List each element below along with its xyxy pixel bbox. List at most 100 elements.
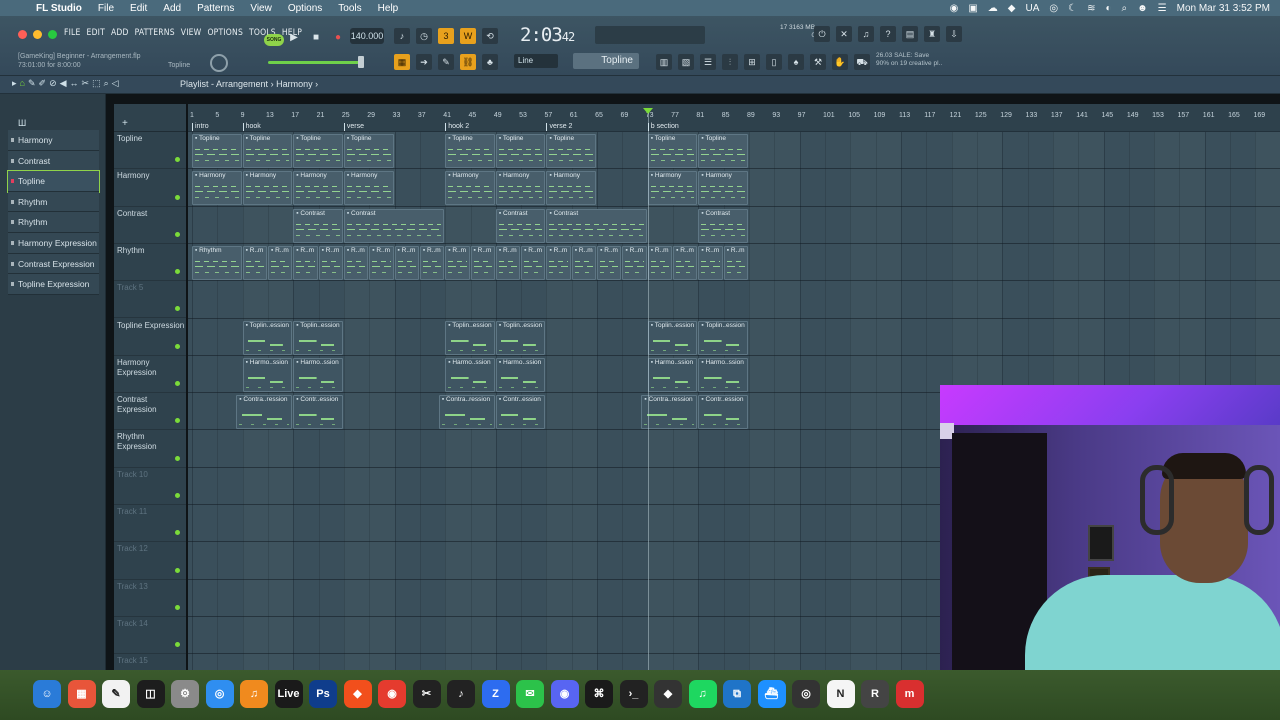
- menubar-add[interactable]: Add: [155, 3, 189, 14]
- track-header[interactable]: Track 10: [114, 468, 186, 505]
- picker-item[interactable]: Harmony Expression: [8, 232, 99, 254]
- pattern-clip[interactable]: R..m: [419, 245, 445, 280]
- pattern-clip[interactable]: R..m: [369, 245, 394, 280]
- pattern-clip[interactable]: Contra..ression: [236, 395, 293, 430]
- track-enable-icon[interactable]: [175, 530, 180, 536]
- dock-app-icon[interactable]: ☺: [33, 680, 61, 708]
- time-marker[interactable]: hook 2: [445, 123, 469, 131]
- track-enable-icon[interactable]: [175, 642, 180, 648]
- record-icon[interactable]: ●: [330, 30, 346, 46]
- dock-app-icon[interactable]: ◉: [378, 680, 406, 708]
- menubar-file[interactable]: File: [90, 3, 122, 14]
- fl-menu-file[interactable]: FILE: [64, 28, 81, 38]
- track-enable-icon[interactable]: [175, 157, 180, 163]
- globe-icon[interactable]: ◎: [1049, 3, 1058, 14]
- dock-app-icon[interactable]: R: [861, 680, 889, 708]
- pattern-clip[interactable]: Toplin..ession: [293, 320, 343, 355]
- timeline-ruler[interactable]: 1 5 9 13 17 21 25 29 33 37 41 45 49 53 57 61 65 69 73 77 81 8…: [188, 104, 1280, 132]
- pattern-clip[interactable]: Contr..ession: [698, 395, 749, 430]
- pattern-clip[interactable]: Harmony: [495, 171, 546, 206]
- pattern-clip[interactable]: Topline: [495, 134, 546, 168]
- picker-item[interactable]: Contrast: [8, 150, 99, 172]
- track-enable-icon[interactable]: [175, 604, 180, 610]
- dock-app-icon[interactable]: Ps: [309, 680, 337, 708]
- zoom-window-button[interactable]: [48, 30, 57, 39]
- pattern-clip[interactable]: R..m: [571, 245, 597, 280]
- track-header[interactable]: Track 11: [114, 505, 186, 543]
- arrow-icon[interactable]: ➔: [416, 54, 432, 70]
- dock-app-icon[interactable]: ⚙: [171, 680, 199, 708]
- mute-icon[interactable]: ◀: [60, 78, 67, 89]
- pattern-clip[interactable]: Topline: [698, 134, 749, 168]
- fl-menu-add[interactable]: ADD: [111, 28, 129, 38]
- pattern-clip[interactable]: Harmony: [546, 171, 597, 206]
- channel-rack-icon[interactable]: ☰: [700, 54, 716, 70]
- loop-record-icon[interactable]: ⟲: [482, 28, 498, 44]
- track-enable-icon[interactable]: [175, 455, 180, 461]
- track-enable-icon[interactable]: [175, 231, 180, 237]
- pattern-clip[interactable]: Contr..ession: [293, 395, 343, 430]
- delete-icon[interactable]: ⊘: [49, 78, 57, 89]
- picker-item[interactable]: Rhythm: [8, 191, 99, 213]
- dock-app-icon[interactable]: ⛴: [757, 680, 786, 708]
- track-enable-icon[interactable]: [175, 269, 180, 275]
- master-pitch-knob[interactable]: [210, 54, 228, 72]
- picker-item[interactable]: Topline Expression: [8, 274, 99, 295]
- touch-icon[interactable]: ✋: [832, 54, 848, 70]
- pattern-clip[interactable]: Toplin..ession: [647, 320, 698, 355]
- picker-item[interactable]: Topline: [7, 170, 100, 193]
- menubar-edit[interactable]: Edit: [122, 3, 155, 14]
- dock-app-icon[interactable]: ♫: [240, 680, 268, 708]
- pattern-clip[interactable]: R..m: [647, 245, 673, 280]
- track-header[interactable]: Topline Expression: [114, 319, 186, 356]
- dock-app-icon[interactable]: ✂: [412, 680, 441, 708]
- picker-item[interactable]: Harmony: [8, 130, 99, 151]
- slice-icon[interactable]: ✂: [82, 78, 90, 89]
- track-enable-icon[interactable]: [175, 306, 180, 312]
- fl-menu-options[interactable]: OPTIONS: [207, 28, 243, 38]
- pattern-clip[interactable]: Topline: [546, 134, 597, 168]
- pattern-clip[interactable]: R..m: [673, 245, 698, 280]
- playlist-icon[interactable]: ▥: [656, 54, 672, 70]
- time-marker[interactable]: b section: [647, 123, 679, 131]
- browser-icon[interactable]: ⊞: [744, 54, 760, 70]
- playhead-marker-icon[interactable]: [642, 108, 653, 114]
- paint-icon[interactable]: ✐: [39, 78, 47, 89]
- pattern-clip[interactable]: Rhythm: [192, 245, 242, 280]
- save-icon[interactable]: ▤: [902, 26, 918, 42]
- track-header[interactable]: Contrast Expression: [114, 393, 186, 431]
- pattern-clip[interactable]: Contrast: [343, 208, 445, 243]
- pencil-icon[interactable]: ✎: [28, 78, 36, 89]
- picker-item[interactable]: Contrast Expression: [8, 253, 99, 275]
- dock-app-icon[interactable]: ✎: [102, 680, 130, 708]
- dock-app-icon[interactable]: m: [895, 680, 924, 708]
- time-marker[interactable]: hook: [242, 123, 261, 131]
- snap-select[interactable]: Line: [514, 54, 558, 68]
- minimize-window-button[interactable]: [33, 30, 42, 39]
- fl-menu-edit[interactable]: EDIT: [87, 28, 105, 38]
- pattern-clip[interactable]: Contrast: [293, 208, 343, 243]
- pattern-clip[interactable]: R..m: [597, 245, 622, 280]
- dock-app-icon[interactable]: ◉: [550, 680, 579, 708]
- dock-app-icon[interactable]: ◆: [343, 680, 372, 708]
- breadcrumb-current[interactable]: Harmony: [276, 79, 313, 89]
- menubar-help[interactable]: Help: [370, 3, 407, 14]
- add-track-icon[interactable]: +: [122, 118, 128, 129]
- piano-roll-icon[interactable]: ▦: [394, 54, 410, 70]
- dock-app-icon[interactable]: ◆: [654, 680, 682, 708]
- pattern-clip[interactable]: R..m: [318, 245, 343, 280]
- pattern-clip[interactable]: Topline: [343, 134, 394, 168]
- menubar-patterns[interactable]: Patterns: [189, 3, 242, 14]
- pattern-clip[interactable]: R..m: [470, 245, 495, 280]
- plugin-db-icon[interactable]: ♠: [788, 54, 804, 70]
- help-icon[interactable]: ?: [880, 26, 896, 42]
- track-enable-icon[interactable]: [175, 381, 180, 387]
- chain-icon[interactable]: ⛓: [460, 54, 476, 70]
- pattern-clip[interactable]: Harmo..ssion: [242, 357, 293, 392]
- pattern-clip[interactable]: R..m: [445, 245, 470, 280]
- tempo-display[interactable]: 140.000: [350, 28, 384, 44]
- track-enable-icon[interactable]: [175, 567, 180, 573]
- step-edit-icon[interactable]: ♣: [482, 54, 498, 70]
- pattern-clip[interactable]: R..m: [242, 245, 267, 280]
- dock-app-icon[interactable]: ◫: [136, 680, 165, 708]
